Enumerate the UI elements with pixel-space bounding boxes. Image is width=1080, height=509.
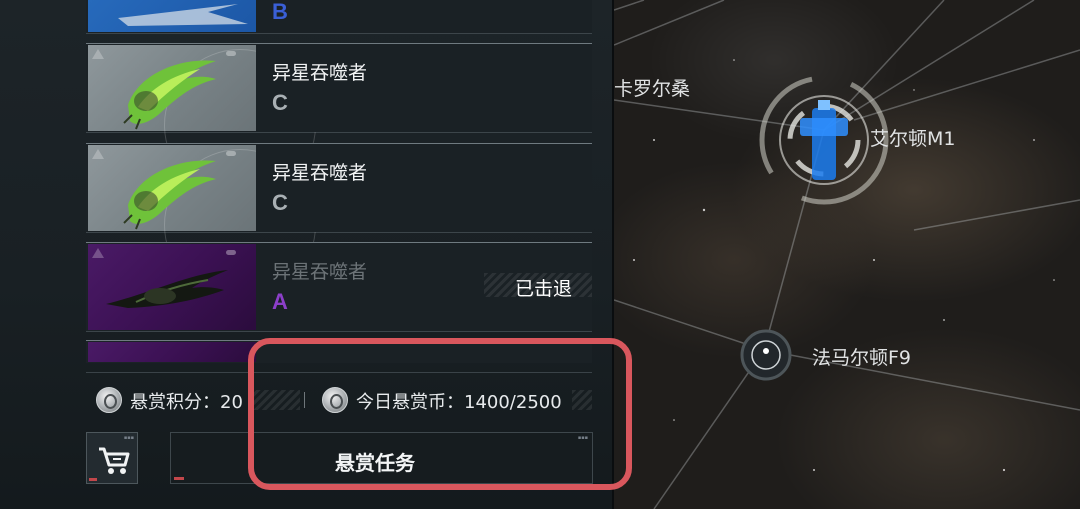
system-label-famaerdun-f9[interactable]: 法马尔顿F9 [812, 343, 911, 370]
target-grade: B [272, 0, 288, 24]
target-name: 异星吞噬者 [272, 261, 368, 283]
target-card-3[interactable]: 异星吞噬者 C [86, 143, 592, 301]
system-label-kaluoersang[interactable]: 卡罗尔桑 [614, 74, 690, 101]
red-indicator [89, 478, 97, 481]
target-card-1[interactable]: B [86, 0, 592, 34]
target-info: 异星吞噬者 C [256, 44, 592, 132]
medal-icon [96, 387, 122, 413]
status-label: 已击退 [514, 278, 572, 300]
highlight-box [248, 338, 632, 490]
target-card-4[interactable]: 异星吞噬者 A 已击退 [86, 242, 592, 332]
red-indicator [174, 477, 184, 480]
alien-ship-icon [118, 4, 248, 26]
target-info: 异星吞噬者 C [256, 144, 592, 232]
target-thumbnail [88, 342, 256, 362]
target-grade: C [272, 190, 288, 215]
target-info: 异星吞噬者 A 已击退 [256, 243, 592, 331]
target-thumbnail [88, 244, 256, 330]
status-repelled: 已击退 [484, 273, 592, 300]
system-label-aierdun-m1[interactable]: 艾尔顿M1 [870, 124, 955, 151]
station-m1-marker [759, 75, 889, 205]
tiny-tag: ▪▪▪ [123, 435, 134, 441]
shop-button[interactable]: ▪▪▪ [86, 432, 138, 484]
alien-devourer-icon [106, 270, 228, 308]
alien-devourer-icon [123, 160, 216, 230]
bounty-points-label: 悬赏积分：20 [130, 392, 243, 413]
target-grade: C [272, 90, 288, 115]
star-map[interactable]: 卡罗尔桑 艾尔顿M1 法马尔顿F9 [614, 0, 1080, 509]
target-name: 异星吞噬者 [272, 162, 368, 184]
alien-devourer-icon [123, 60, 216, 130]
target-thumbnail [88, 145, 316, 301]
target-card-2[interactable]: 异星吞噬者 C [86, 43, 592, 201]
target-info: B [256, 0, 592, 33]
target-grade: A [272, 289, 288, 314]
target-name: 异星吞噬者 [272, 62, 368, 84]
target-thumbnail [88, 45, 316, 201]
station-f9-marker [740, 329, 792, 381]
target-thumbnail [88, 0, 256, 32]
